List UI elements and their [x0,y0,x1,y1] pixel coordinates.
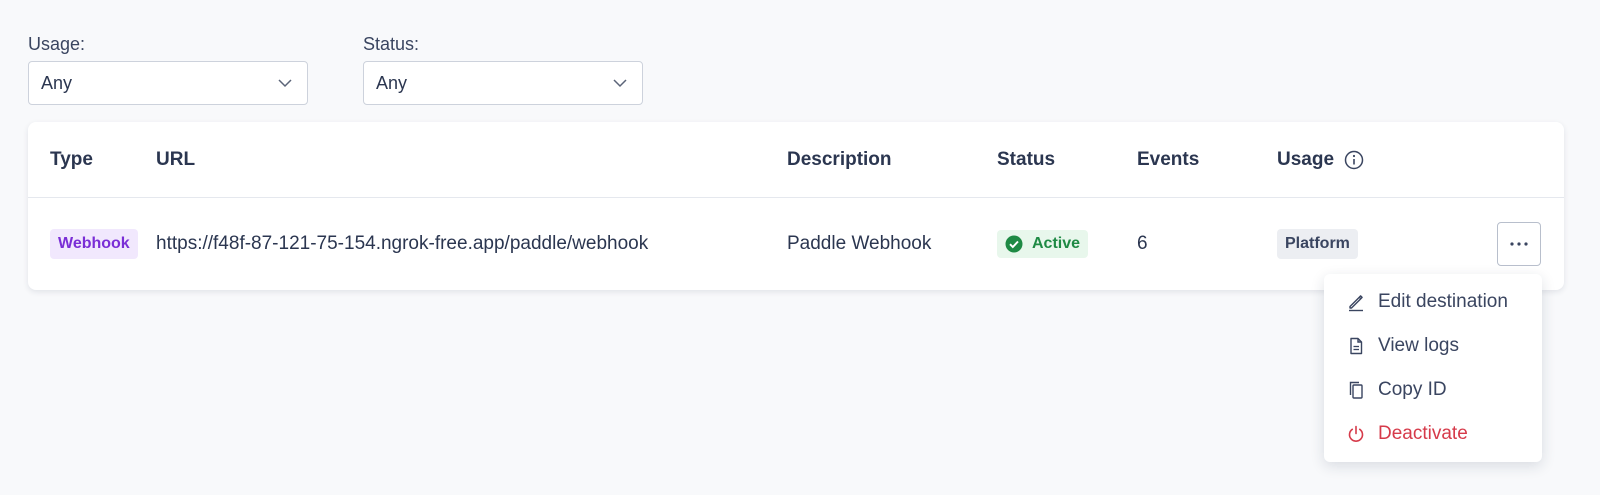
status-select-value: Any [376,72,408,93]
chevron-down-icon [613,79,627,88]
status-cell: Active [997,198,1089,290]
description-cell: Paddle Webhook [787,233,932,254]
table-header: Type URL Description Status Events Usage [28,122,1564,198]
power-icon [1348,425,1364,442]
menu-item-deactivate[interactable]: Deactivate [1324,412,1542,456]
chevron-down-icon [278,79,292,88]
usage-filter: Usage: Any [28,34,308,105]
column-header-usage: Usage [1277,122,1364,198]
menu-item-label: Edit destination [1378,291,1508,312]
row-actions-menu: Edit destination View logs Copy ID Deact… [1324,274,1542,462]
type-badge: Webhook [50,229,138,259]
row-actions-button[interactable] [1497,222,1541,266]
events-cell: 6 [1137,233,1148,254]
column-header-url: URL [156,149,196,170]
status-filter: Status: Any [363,34,643,105]
pencil-icon [1349,295,1363,312]
column-header-usage-label: Usage [1277,149,1335,170]
page: Usage: Any Status: Any Type URL Descript… [0,0,1600,495]
more-horizontal-icon [1510,242,1528,246]
column-header-type: Type [50,149,93,170]
status-badge-label: Active [1032,235,1081,252]
column-header-events: Events [1137,149,1200,170]
column-header-status: Status [997,149,1056,170]
menu-item-view-logs[interactable]: View logs [1324,324,1542,368]
menu-item-label: Deactivate [1378,423,1468,444]
copy-icon [1349,381,1363,399]
usage-select-value: Any [41,72,73,93]
menu-item-label: View logs [1378,335,1459,356]
status-select[interactable]: Any [363,61,643,105]
info-icon[interactable] [1344,150,1364,170]
menu-item-edit-destination[interactable]: Edit destination [1324,280,1542,324]
column-header-description: Description [787,149,892,170]
status-filter-label: Status: [363,34,420,54]
url-cell: https://f48f-87-121-75-154.ngrok-free.ap… [156,233,649,254]
check-circle-icon [1005,235,1023,253]
type-cell: Webhook [50,198,138,290]
menu-item-label: Copy ID [1378,379,1447,400]
usage-badge: Platform [1277,229,1358,259]
status-badge: Active [997,230,1089,258]
document-icon [1350,337,1363,355]
menu-item-copy-id[interactable]: Copy ID [1324,368,1542,412]
destinations-table: Type URL Description Status Events Usage… [28,122,1564,290]
usage-select[interactable]: Any [28,61,308,105]
usage-filter-label: Usage: [28,34,86,54]
